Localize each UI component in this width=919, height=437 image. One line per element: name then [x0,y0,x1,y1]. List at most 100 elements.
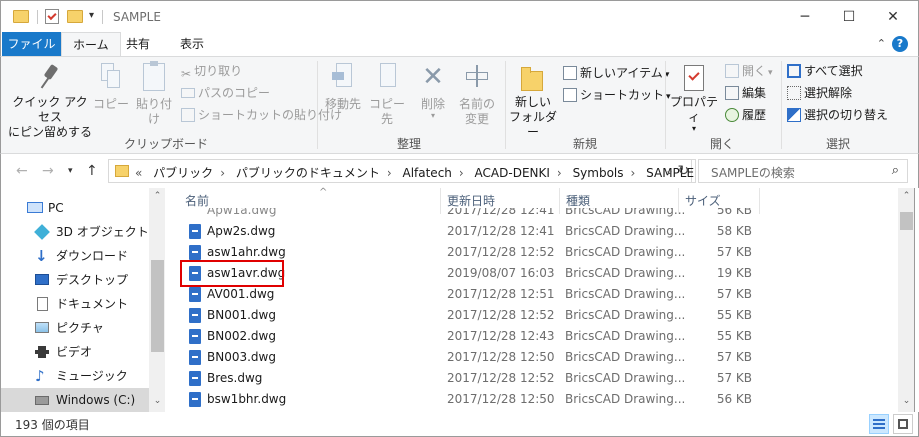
organize-group-label: 整理 [396,137,421,151]
table-row[interactable]: BN002.dwg 2017/12/28 12:43 BricsCAD Draw… [179,326,759,347]
new-item-button[interactable]: 新しいアイテム ▾ [563,63,669,83]
table-row[interactable]: Apw1a.dwg 2017/12/28 12:41 BricsCAD Draw… [179,208,759,220]
details-view-button[interactable] [869,414,889,434]
copy-to-button[interactable]: コピー先 [365,63,409,127]
nav-item-desktop[interactable]: デスクトップ [1,268,149,292]
scroll-down-icon[interactable]: ⌄ [898,396,915,406]
tab-share[interactable]: 共有 [115,32,161,56]
nav-scrollbar-thumb[interactable] [151,260,164,352]
nav-item-pc[interactable]: PC [1,196,149,220]
edit-button[interactable]: 編集 [725,83,766,103]
scroll-down-icon[interactable]: ⌄ [149,396,166,406]
collapse-ribbon-icon[interactable]: ⌃ [877,37,886,50]
nav-item-videos[interactable]: ビデオ [1,340,149,364]
file-date: 2017/12/28 12:52 [447,371,555,385]
open-dropdown-icon: ▾ [768,68,773,78]
nav-item-windows-c[interactable]: Windows (C:) [1,388,149,412]
forward-arrow-icon[interactable]: → [42,163,54,179]
breadcrumb-item[interactable]: パブリックのドキュメント [236,166,380,180]
breadcrumb-item[interactable]: ACAD-DENKI [475,166,550,180]
delete-x-icon: ✕ [422,62,444,92]
nav-item-documents[interactable]: ドキュメント [1,292,149,316]
file-size: 56 KB [716,392,752,406]
back-arrow-icon[interactable]: ← [16,163,28,179]
chevron-right-icon[interactable]: › [220,166,225,180]
column-divider[interactable] [759,188,760,214]
history-icon [725,108,739,122]
scroll-up-icon[interactable]: ⌃ [149,191,166,201]
help-icon[interactable]: ? [892,36,908,52]
minimize-button[interactable]: ─ [782,1,828,32]
chevron-right-icon[interactable]: › [631,166,636,180]
delete-dropdown-icon[interactable]: ▾ [415,112,451,120]
clipboard-group-label: クリップボード [123,137,208,151]
breadcrumb-item[interactable]: Alfatech [402,166,451,180]
new-item-icon [563,66,577,80]
nav-item-pictures[interactable]: ピクチャ [1,316,149,340]
table-row[interactable]: AV001.dwg 2017/12/28 12:51 BricsCAD Draw… [179,284,759,305]
move-to-label: 移動先 [324,97,361,111]
table-row[interactable]: BN001.dwg 2017/12/28 12:52 BricsCAD Draw… [179,305,759,326]
address-row: ← → ▾ ↑ « パブリック › パブリックのドキュメント › Alfatech ›… [0,154,919,188]
file-type: BricsCAD Drawing... [565,371,686,385]
nav-item-downloads[interactable]: ↓ ダウンロード [1,244,149,268]
refresh-icon[interactable]: ↻ [672,159,696,183]
close-button[interactable]: ✕ [870,1,916,32]
table-row[interactable]: BN003.dwg 2017/12/28 12:50 BricsCAD Draw… [179,347,759,368]
chevron-right-icon[interactable]: › [557,166,562,180]
table-row[interactable]: bsw1bhr.dwg 2017/12/28 12:50 BricsCAD Dr… [179,389,759,410]
nav-item-3d-objects[interactable]: 3D オブジェクト [1,220,149,244]
nav-item-label: ダウンロード [56,249,129,263]
cut-button[interactable]: ✂ 切り取り [181,61,242,81]
breadcrumb-item[interactable]: パブリック [153,166,213,180]
nav-scrollbar[interactable]: ⌃ ⌄ [149,188,166,412]
invert-selection-button[interactable]: 選択の切り替え [787,105,888,125]
file-list-scrollbar-thumb[interactable] [900,212,913,230]
rename-button[interactable]: 名前の 変更 [455,63,499,127]
file-size: 57 KB [716,350,752,364]
nav-item-music[interactable]: ♪ ミュージック [1,364,149,388]
customize-quick-access-icon[interactable]: ▾ [89,10,94,21]
chevron-right-icon[interactable]: › [459,166,464,180]
file-type: BricsCAD Drawing... [565,208,686,217]
paste-button[interactable]: 貼り付け [131,61,177,127]
new-folder-quick-icon[interactable] [67,10,83,23]
recent-locations-icon[interactable]: ▾ [68,166,73,176]
delete-button[interactable]: ✕ 削除 ▾ [415,63,451,120]
select-all-button[interactable]: すべて選択 [787,61,863,81]
search-input[interactable]: SAMPLEの検索 ⌕ [698,159,908,183]
properties-dropdown-icon[interactable]: ▾ [669,125,719,133]
table-row[interactable]: Apw2s.dwg 2017/12/28 12:41 BricsCAD Draw… [179,221,759,242]
new-folder-icon [521,67,545,91]
large-icons-view-button[interactable] [893,414,913,434]
file-size: 55 KB [716,329,752,343]
chevron-right-icon[interactable]: › [387,166,392,180]
file-type: BricsCAD Drawing... [565,329,686,343]
file-type: BricsCAD Drawing... [565,308,686,322]
new-folder-button[interactable]: 新しい フォルダー [509,63,557,140]
maximize-button[interactable]: ☐ [826,1,872,32]
scroll-up-icon[interactable]: ⌃ [898,191,915,201]
pin-quick-access-button[interactable]: クイック アクセス にピン留めする [7,63,93,140]
tab-file[interactable]: ファイル [2,32,61,56]
nav-item-label: ミュージック [56,369,128,383]
file-list-scrollbar[interactable]: ⌃ ⌄ [898,188,915,412]
address-bar[interactable]: « パブリック › パブリックのドキュメント › Alfatech › ACAD-DE… [108,159,694,183]
tab-home[interactable]: ホーム [61,32,121,57]
select-none-button[interactable]: 選択解除 [787,83,852,103]
properties-button[interactable]: プロパティ ▾ [669,63,719,133]
copy-path-button[interactable]: パスのコピー [181,83,270,103]
table-row[interactable]: Bres.dwg 2017/12/28 12:52 BricsCAD Drawi… [179,368,759,389]
rename-label-2: 変更 [464,112,489,126]
copy-to-icon [376,63,398,91]
breadcrumb-item[interactable]: Symbols [573,166,624,180]
tab-view[interactable]: 表示 [169,32,215,56]
up-arrow-icon[interactable]: ↑ [86,163,98,179]
move-to-button[interactable]: 移動先 [323,63,363,112]
copy-button[interactable]: コピー [93,63,129,112]
breadcrumb-overflow[interactable]: « [135,166,142,180]
open-button[interactable]: 開く ▾ [725,61,773,81]
easy-access-button[interactable]: ショートカット ▾ [563,85,671,105]
history-button[interactable]: 履歴 [725,105,766,125]
properties-quick-icon[interactable] [45,9,59,24]
